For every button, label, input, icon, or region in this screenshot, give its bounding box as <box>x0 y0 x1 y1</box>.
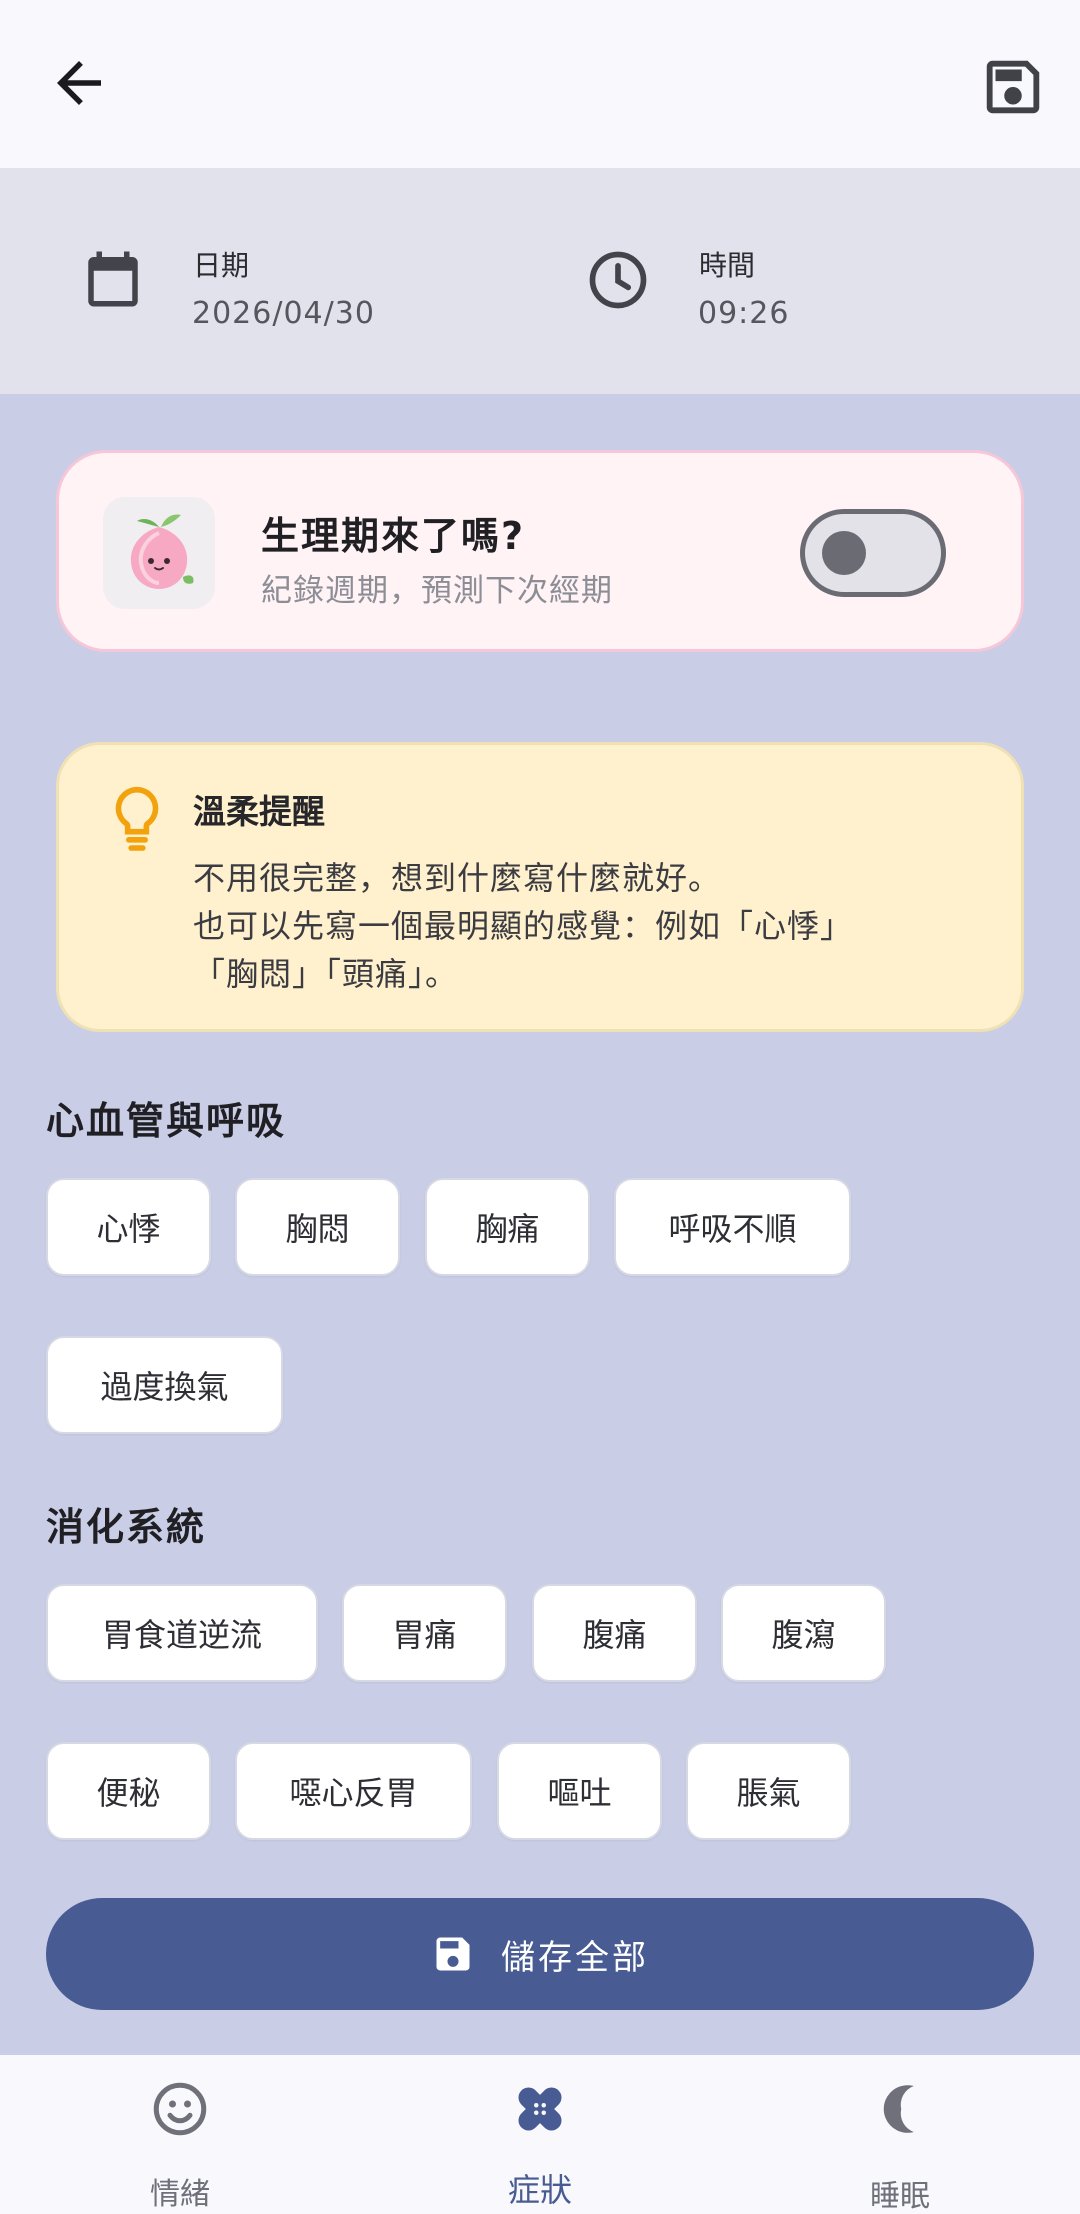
calendar-icon[interactable] <box>80 244 146 314</box>
symptom-chip[interactable]: 嘔吐 <box>497 1742 662 1840</box>
time-value[interactable]: 09:26 <box>698 296 789 331</box>
section-title-digestive: 消化系統 <box>46 1505 207 1549</box>
section-title-cardio: 心血管與呼吸 <box>46 1099 287 1143</box>
save-all-label: 儲存全部 <box>501 1937 649 1978</box>
symptom-chip[interactable]: 便秘 <box>46 1742 211 1840</box>
symptom-chip[interactable]: 腹瀉 <box>721 1584 886 1682</box>
peach-mascot <box>103 497 215 609</box>
tip-line: 不用很完整，想到什麼寫什麼就好。 <box>193 859 722 897</box>
symptom-chip[interactable]: 脹氣 <box>686 1742 851 1840</box>
bandage-icon <box>518 2087 562 2131</box>
date-value[interactable]: 2026/04/30 <box>192 296 375 331</box>
time-label: 時間 <box>699 249 756 282</box>
nav-item-mood[interactable]: 情緒 <box>0 2055 360 2214</box>
nav-item-sleep[interactable]: 睡眠 <box>720 2055 1080 2214</box>
app-bar <box>0 0 1080 168</box>
symptom-chip[interactable]: 腹痛 <box>532 1584 697 1682</box>
moon-icon <box>883 2085 914 2133</box>
clock-icon[interactable] <box>584 246 652 314</box>
date-time-bar: 日期 2026/04/30 時間 09:26 <box>0 168 1080 394</box>
tip-line: 也可以先寫一個最明顯的感覺：例如「心悸」 <box>193 907 854 945</box>
period-toggle[interactable] <box>800 509 946 597</box>
lightbulb-icon <box>115 786 159 851</box>
symptom-chip[interactable]: 胸痛 <box>425 1178 590 1276</box>
peach-icon <box>130 514 194 589</box>
save-all-button[interactable]: 儲存全部 <box>46 1898 1034 2010</box>
symptom-chip[interactable]: 心悸 <box>46 1178 211 1276</box>
date-label: 日期 <box>193 249 250 282</box>
toggle-knob <box>822 531 866 575</box>
symptom-chip[interactable]: 胃食道逆流 <box>46 1584 318 1682</box>
arrow-left-icon[interactable] <box>46 50 112 116</box>
floppy-disk-icon <box>436 1937 470 1971</box>
symptom-chip[interactable]: 胸悶 <box>235 1178 400 1276</box>
period-subtitle: 紀錄週期，預測下次經期 <box>261 573 613 609</box>
floppy-disk-icon[interactable] <box>978 52 1048 122</box>
symptom-chip[interactable]: 噁心反胃 <box>235 1742 472 1840</box>
tip-line: 「胸悶」「頭痛」。 <box>193 955 459 993</box>
nav-label: 症狀 <box>507 2171 572 2209</box>
nav-item-symptoms[interactable]: 症狀 <box>360 2055 720 2214</box>
gentle-reminder-card: 溫柔提醒 不用很完整，想到什麼寫什麼就好。 也可以先寫一個最明顯的感覺：例如「心… <box>56 742 1024 1032</box>
bottom-navigation: 情緒 症狀 睡眠 <box>0 2055 1080 2214</box>
nav-label: 情緒 <box>150 2177 210 2212</box>
tip-title: 溫柔提醒 <box>193 792 325 831</box>
symptom-chip[interactable]: 胃痛 <box>342 1584 507 1682</box>
period-title: 生理期來了嗎? <box>261 514 526 558</box>
symptom-chip[interactable]: 呼吸不順 <box>614 1178 851 1276</box>
period-card: 生理期來了嗎? 紀錄週期，預測下次經期 <box>56 450 1024 652</box>
nav-label: 睡眠 <box>870 2179 930 2214</box>
smiley-face-icon <box>153 2082 207 2136</box>
symptom-chip[interactable]: 過度換氣 <box>46 1336 283 1434</box>
